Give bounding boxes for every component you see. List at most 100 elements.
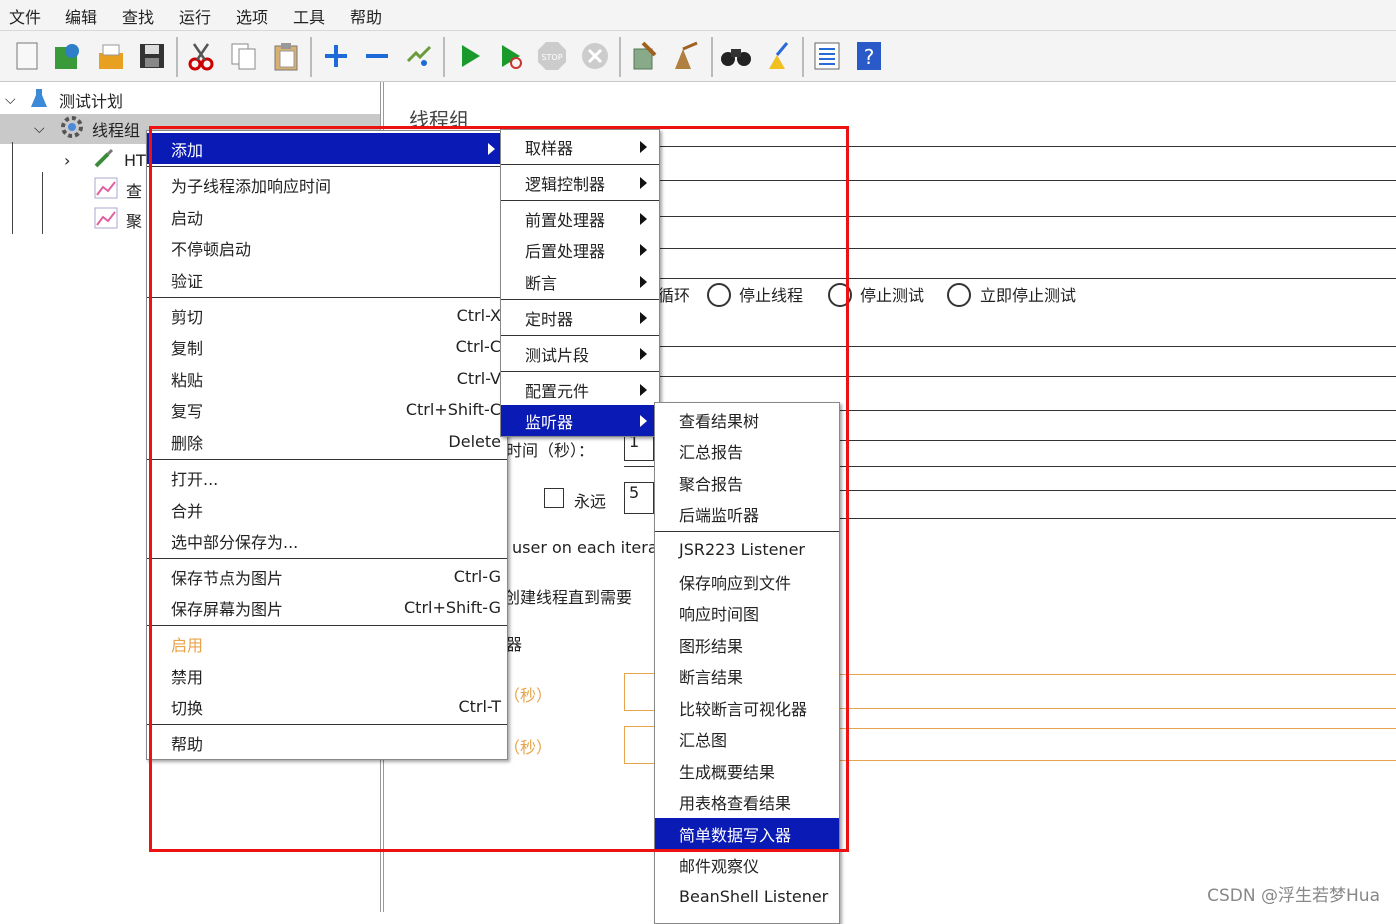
chevron-down-icon[interactable]: ⌵	[34, 121, 60, 137]
radio-stop-test[interactable]	[828, 283, 852, 307]
listener-item[interactable]: 后端监听器	[655, 498, 839, 529]
menu-item-start-no-pause[interactable]: 不停顿启动	[147, 232, 507, 263]
submenu-item-sampler[interactable]: 取样器	[501, 131, 659, 162]
menu-label: 切换	[171, 698, 204, 718]
menu-item-save-selection[interactable]: 选中部分保存为...	[147, 525, 507, 556]
menu-item-help[interactable]: 帮助	[147, 727, 507, 758]
menu-search[interactable]: 查找	[122, 4, 154, 28]
menu-label: 定时器	[525, 309, 574, 329]
listener-item-selected[interactable]: 简单数据写入器	[655, 818, 839, 849]
copy-icon[interactable]	[227, 39, 261, 73]
menu-item-paste[interactable]: 粘贴 Ctrl-V	[147, 363, 507, 394]
menu-item-validate[interactable]: 验证	[147, 264, 507, 295]
submenu-item-config-element[interactable]: 配置元件	[501, 374, 659, 405]
menu-shortcut: Ctrl-V	[456, 369, 501, 388]
listener-item[interactable]: JSR223 Listener	[655, 534, 839, 565]
menu-label: 逻辑控制器	[525, 174, 606, 194]
menu-shortcut: Ctrl-G	[453, 567, 501, 586]
listener-item[interactable]: 图形结果	[655, 629, 839, 660]
menu-item-add[interactable]: 添加	[147, 133, 507, 164]
save-icon[interactable]	[135, 39, 169, 73]
submenu-item-listener[interactable]: 监听器	[501, 405, 659, 436]
menu-label: 监听器	[525, 412, 574, 432]
menu-label: 图形结果	[679, 636, 744, 656]
menu-label: 查看结果树	[679, 411, 760, 431]
menu-separator	[147, 297, 507, 298]
search-icon[interactable]	[719, 39, 753, 73]
menu-help[interactable]: 帮助	[350, 4, 382, 28]
menu-item-cut[interactable]: 剪切 Ctrl-X	[147, 300, 507, 331]
tree-item-test-plan[interactable]: ⌵ 测试计划	[5, 86, 123, 114]
submenu-item-logic-controller[interactable]: 逻辑控制器	[501, 167, 659, 198]
listener-item[interactable]: 保存响应到文件	[655, 566, 839, 597]
radio-stop-now[interactable]	[947, 283, 971, 307]
tree-item-thread-group[interactable]: ⌵ 线程组	[34, 115, 140, 143]
forever-checkbox[interactable]	[544, 488, 564, 508]
help-icon[interactable]: ?	[852, 39, 886, 73]
function-helper-icon[interactable]	[810, 39, 844, 73]
menu-edit[interactable]: 编辑	[65, 4, 97, 28]
chart-icon	[94, 207, 126, 233]
new-icon[interactable]	[10, 39, 44, 73]
shutdown-icon[interactable]	[578, 39, 612, 73]
menu-item-toggle[interactable]: 切换 Ctrl-T	[147, 691, 507, 722]
listener-item[interactable]: 查看结果树	[655, 404, 839, 435]
menu-item-disable[interactable]: 禁用	[147, 660, 507, 691]
start-icon[interactable]	[452, 39, 486, 73]
listener-item[interactable]: 用表格查看结果	[655, 786, 839, 817]
tree-guide-line	[42, 172, 43, 234]
open-icon[interactable]	[93, 39, 127, 73]
start-no-pause-icon[interactable]	[494, 39, 528, 73]
tree-item-aggregate[interactable]: 聚	[94, 206, 142, 234]
menu-item-duplicate[interactable]: 复写 Ctrl+Shift-C	[147, 394, 507, 425]
menu-file[interactable]: 文件	[9, 4, 41, 28]
submenu-item-assertion[interactable]: 断言	[501, 266, 659, 297]
submenu-item-post-processor[interactable]: 后置处理器	[501, 234, 659, 265]
menu-item-start[interactable]: 启动	[147, 201, 507, 232]
tree-item-http-request[interactable]: › HT	[64, 146, 146, 174]
submenu-item-pre-processor[interactable]: 前置处理器	[501, 203, 659, 234]
listener-item[interactable]: 响应时间图	[655, 597, 839, 628]
menu-run[interactable]: 运行	[179, 4, 211, 28]
tree-label-test-plan: 测试计划	[59, 92, 124, 111]
chevron-down-icon[interactable]: ⌵	[5, 92, 29, 108]
menu-item-save-node-image[interactable]: 保存节点为图片 Ctrl-G	[147, 561, 507, 592]
listener-item[interactable]: BeanShell Listener	[655, 881, 839, 912]
menu-options[interactable]: 选项	[236, 4, 268, 28]
loop-count-field[interactable]: 5	[624, 482, 654, 514]
reset-search-icon[interactable]	[761, 39, 795, 73]
menu-item-add-think-time[interactable]: 为子线程添加响应时间	[147, 169, 507, 200]
cut-icon[interactable]	[184, 39, 218, 73]
stop-icon[interactable]: STOP	[535, 39, 569, 73]
divider	[658, 146, 1396, 147]
paste-icon[interactable]	[269, 39, 303, 73]
clear-icon[interactable]	[627, 39, 661, 73]
gear-icon	[60, 115, 92, 143]
menu-item-open[interactable]: 打开...	[147, 462, 507, 493]
menu-tools[interactable]: 工具	[293, 4, 325, 28]
add-icon[interactable]	[319, 39, 353, 73]
radio-stop-thread[interactable]	[707, 283, 731, 307]
submenu-item-test-fragment[interactable]: 测试片段	[501, 338, 659, 369]
listener-item[interactable]: 聚合报告	[655, 467, 839, 498]
tree-item-view-results[interactable]: 查	[94, 176, 142, 204]
menu-item-copy[interactable]: 复制 Ctrl-C	[147, 331, 507, 362]
menu-item-delete[interactable]: 删除 Delete	[147, 426, 507, 457]
remove-icon[interactable]	[360, 39, 394, 73]
chevron-right-icon[interactable]: ›	[64, 151, 92, 170]
menu-label: 断言	[525, 273, 558, 293]
listener-item[interactable]: 生成概要结果	[655, 755, 839, 786]
listener-submenu: 查看结果树 汇总报告 聚合报告 后端监听器 JSR223 Listener 保存…	[654, 402, 840, 924]
listener-item[interactable]: 比较断言可视化器	[655, 692, 839, 723]
menu-item-save-screen-image[interactable]: 保存屏幕为图片 Ctrl+Shift-G	[147, 592, 507, 623]
listener-item[interactable]: 断言结果	[655, 660, 839, 691]
clear-all-icon[interactable]	[669, 39, 703, 73]
listener-item[interactable]: 汇总报告	[655, 435, 839, 466]
toggle-icon[interactable]	[402, 39, 436, 73]
listener-item[interactable]: 汇总图	[655, 723, 839, 754]
listener-item[interactable]: 邮件观察仪	[655, 849, 839, 880]
menu-shortcut: Ctrl-C	[455, 337, 501, 356]
submenu-item-timer[interactable]: 定时器	[501, 302, 659, 333]
templates-icon[interactable]	[50, 39, 84, 73]
menu-item-merge[interactable]: 合并	[147, 494, 507, 525]
